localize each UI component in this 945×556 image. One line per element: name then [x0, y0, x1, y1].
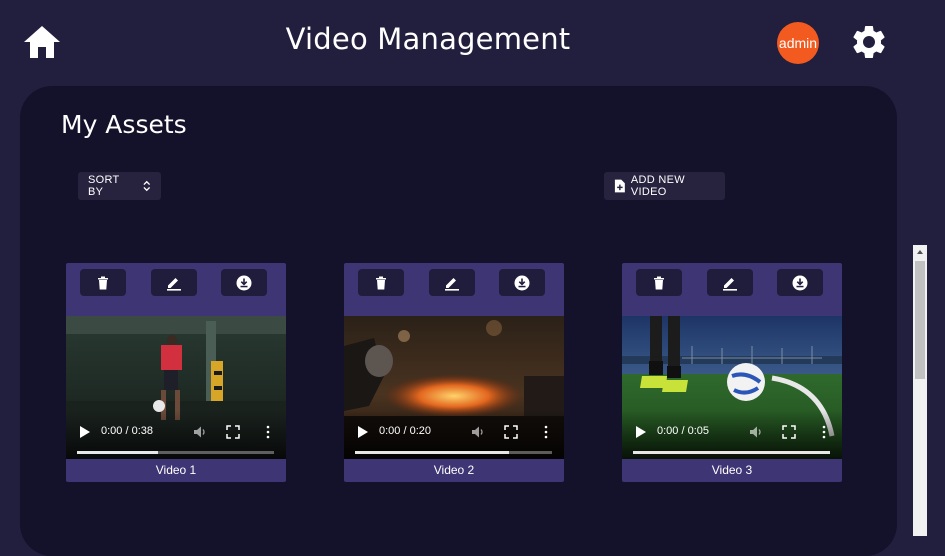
volume-icon[interactable]	[471, 425, 485, 439]
buffer-bar	[633, 451, 830, 454]
more-vert-icon[interactable]	[543, 425, 549, 439]
progress-track[interactable]	[77, 451, 274, 454]
play-icon[interactable]	[636, 426, 646, 438]
scrollbar-thumb[interactable]	[915, 261, 925, 379]
buffer-bar	[355, 451, 509, 454]
video-player[interactable]: 0:00 / 0:05	[622, 316, 842, 459]
volume-icon[interactable]	[193, 425, 207, 439]
download-circle-icon	[236, 275, 252, 290]
top-bar: Video Management admin	[0, 0, 945, 86]
assets-title: My Assets	[61, 110, 187, 139]
fullscreen-icon[interactable]	[504, 425, 518, 439]
video-time: 0:00 / 0:20	[379, 425, 431, 437]
video-title: Video 2	[433, 463, 475, 477]
video-card: 0:00 / 0:05 Video 3	[622, 263, 842, 482]
edit-button[interactable]	[429, 269, 475, 296]
trash-icon	[98, 276, 108, 289]
play-icon[interactable]	[358, 426, 368, 438]
video-controls: 0:00 / 0:05	[622, 410, 842, 459]
download-circle-icon	[514, 275, 530, 290]
avatar[interactable]: admin	[777, 22, 819, 64]
volume-icon[interactable]	[749, 425, 763, 439]
download-button[interactable]	[777, 269, 823, 296]
scroll-up-arrow-icon[interactable]	[913, 245, 927, 259]
pencil-icon	[445, 277, 459, 291]
card-actions	[344, 263, 564, 316]
video-player[interactable]: 0:00 / 0:20	[344, 316, 564, 459]
more-vert-icon[interactable]	[821, 425, 827, 439]
video-title: Video 1	[155, 463, 197, 477]
play-icon[interactable]	[80, 426, 90, 438]
add-new-video-label: ADD NEW VIDEO	[630, 174, 685, 198]
video-controls: 0:00 / 0:38	[66, 410, 286, 459]
download-button[interactable]	[499, 269, 545, 296]
sort-by-button[interactable]: SORT BY	[78, 172, 161, 200]
video-title: Video 3	[711, 463, 753, 477]
delete-button[interactable]	[636, 269, 682, 296]
more-vert-icon[interactable]	[265, 425, 271, 439]
assets-panel: My Assets SORT BY ADD NEW VIDEO 0:00 / 0…	[20, 86, 897, 556]
buffer-bar	[77, 451, 158, 454]
video-time: 0:00 / 0:05	[657, 425, 709, 437]
card-actions	[622, 263, 842, 316]
sort-by-label: SORT BY	[88, 174, 120, 198]
edit-button[interactable]	[151, 269, 197, 296]
settings-button[interactable]	[849, 22, 889, 62]
video-card: 0:00 / 0:20 Video 2	[344, 263, 564, 482]
edit-button[interactable]	[707, 269, 753, 296]
card-actions	[66, 263, 286, 316]
video-player[interactable]: 0:00 / 0:38	[66, 316, 286, 459]
progress-track[interactable]	[633, 451, 830, 454]
video-card: 0:00 / 0:38 Video 1	[66, 263, 286, 482]
fullscreen-icon[interactable]	[782, 425, 796, 439]
download-circle-icon	[792, 275, 808, 290]
pencil-icon	[167, 277, 181, 291]
trash-icon	[654, 276, 664, 289]
video-time: 0:00 / 0:38	[101, 425, 153, 437]
fullscreen-icon[interactable]	[226, 425, 240, 439]
unfold-icon	[142, 180, 150, 192]
progress-track[interactable]	[355, 451, 552, 454]
trash-icon	[376, 276, 386, 289]
video-controls: 0:00 / 0:20	[344, 410, 564, 459]
pencil-icon	[723, 277, 737, 291]
add-new-video-button[interactable]: ADD NEW VIDEO	[604, 172, 725, 200]
gear-icon	[853, 25, 885, 58]
file-add-icon	[614, 179, 625, 193]
page-title: Video Management	[285, 22, 571, 56]
download-button[interactable]	[221, 269, 267, 296]
scrollbar[interactable]	[913, 245, 927, 536]
delete-button[interactable]	[358, 269, 404, 296]
delete-button[interactable]	[80, 269, 126, 296]
